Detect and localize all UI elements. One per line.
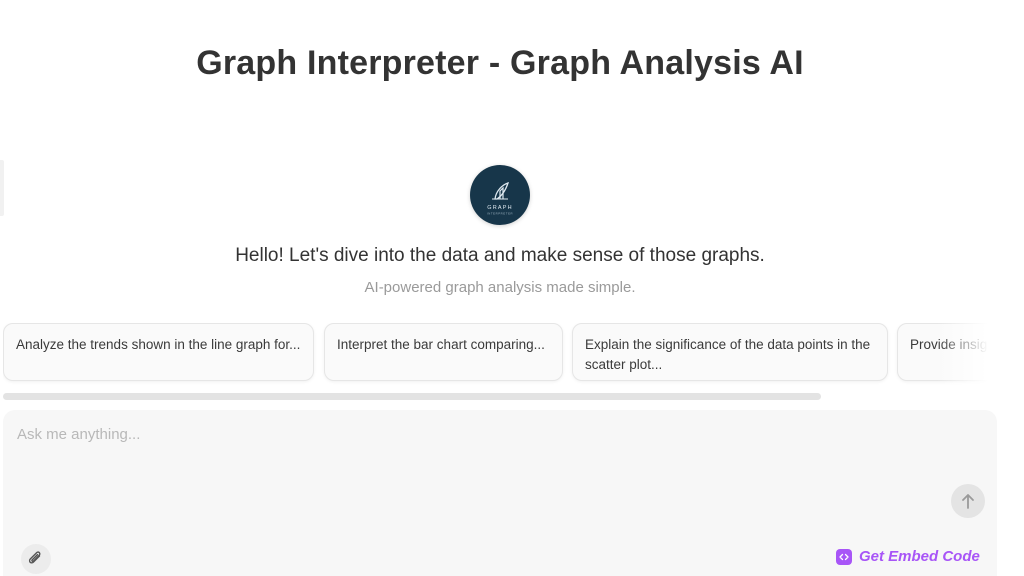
embed-label: Get Embed Code bbox=[859, 548, 980, 565]
send-button[interactable] bbox=[951, 484, 985, 518]
chat-page: Graph Interpreter - Graph Analysis AI GR… bbox=[0, 0, 1024, 576]
logo-text: GRAPH bbox=[487, 205, 513, 211]
suggestion-text: Provide insights of... bbox=[910, 337, 997, 352]
suggestion-card[interactable]: Analyze the trends shown in the line gra… bbox=[3, 323, 314, 381]
paperclip-icon bbox=[28, 551, 41, 564]
assistant-avatar: GRAPH INTERPRETER bbox=[470, 165, 530, 225]
attach-button[interactable] bbox=[21, 544, 51, 574]
suggestion-card[interactable]: Explain the significance of the data poi… bbox=[572, 323, 888, 381]
graph-logo-icon: GRAPH INTERPRETER bbox=[487, 181, 513, 216]
suggestion-card[interactable]: Provide insights of... bbox=[897, 323, 997, 381]
horizontal-scrollbar[interactable] bbox=[3, 393, 821, 400]
suggestion-carousel: Analyze the trends shown in the line gra… bbox=[3, 323, 997, 385]
composer: Get Embed Code bbox=[3, 410, 997, 576]
suggestion-text: Explain the significance of the data poi… bbox=[585, 337, 871, 372]
greeting-text: Hello! Let's dive into the data and make… bbox=[235, 245, 765, 266]
code-icon bbox=[836, 548, 852, 565]
get-embed-code-link[interactable]: Get Embed Code bbox=[836, 548, 980, 565]
prompt-input[interactable] bbox=[15, 424, 939, 528]
logo-subtext: INTERPRETER bbox=[487, 212, 513, 216]
suggestion-text: Analyze the trends shown in the line gra… bbox=[16, 337, 301, 352]
subtitle-text: AI-powered graph analysis made simple. bbox=[364, 279, 636, 296]
suggestion-text: Interpret the bar chart comparing... bbox=[337, 337, 545, 352]
arrow-up-icon bbox=[962, 494, 974, 509]
page-title: Graph Interpreter - Graph Analysis AI bbox=[196, 44, 804, 82]
sidebar-edge[interactable] bbox=[0, 160, 4, 216]
suggestion-card[interactable]: Interpret the bar chart comparing... bbox=[324, 323, 563, 381]
